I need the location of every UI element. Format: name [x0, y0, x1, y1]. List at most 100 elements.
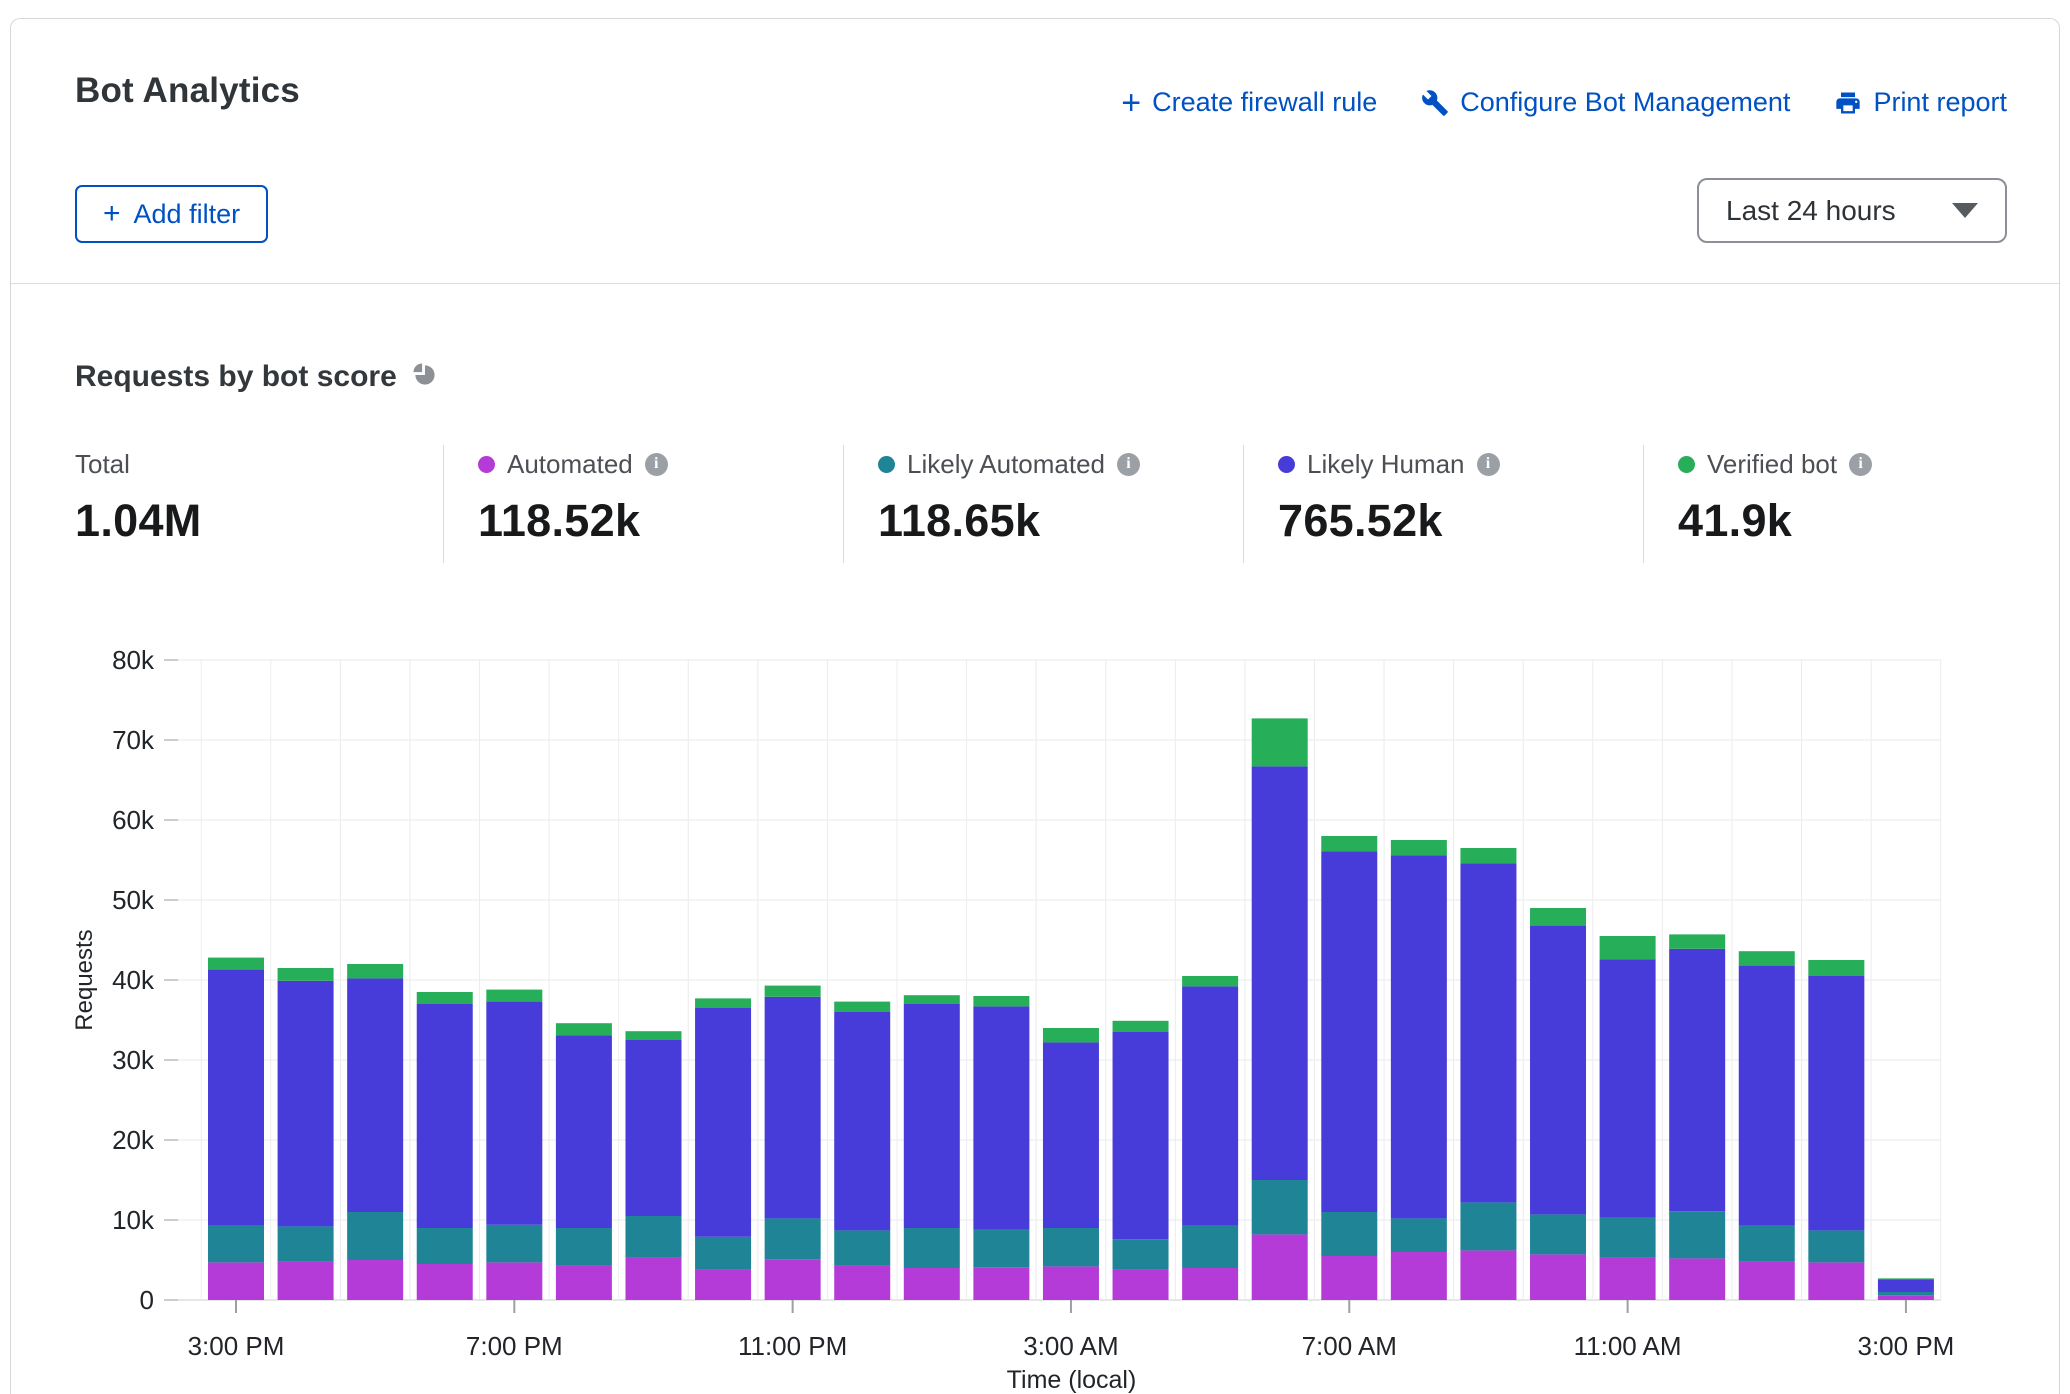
bar-segment[interactable]: [1669, 934, 1725, 948]
bar-segment[interactable]: [486, 1262, 542, 1300]
bar-segment[interactable]: [1669, 1211, 1725, 1258]
bar-segment[interactable]: [556, 1266, 612, 1300]
bar-segment[interactable]: [556, 1035, 612, 1228]
bar-segment[interactable]: [1043, 1228, 1099, 1266]
bar-segment[interactable]: [1252, 1180, 1308, 1234]
bar-segment[interactable]: [765, 997, 821, 1219]
bar-segment[interactable]: [1113, 1270, 1169, 1300]
bar-segment[interactable]: [1043, 1028, 1099, 1042]
bar-segment[interactable]: [1530, 1214, 1586, 1254]
bar-segment[interactable]: [765, 1218, 821, 1259]
bar-segment[interactable]: [834, 1266, 890, 1300]
bar-segment[interactable]: [347, 978, 403, 1212]
bar-segment[interactable]: [904, 1228, 960, 1268]
bar-segment[interactable]: [625, 1258, 681, 1300]
bar-segment[interactable]: [1391, 855, 1447, 1218]
bar-segment[interactable]: [278, 1262, 334, 1300]
print-report-link[interactable]: Print report: [1834, 87, 2007, 118]
bar-segment[interactable]: [1808, 1262, 1864, 1300]
bar-segment[interactable]: [695, 1237, 751, 1270]
bar-segment[interactable]: [347, 1260, 403, 1300]
bar-segment[interactable]: [1252, 1234, 1308, 1300]
bar-segment[interactable]: [1669, 1258, 1725, 1300]
bar-segment[interactable]: [1391, 840, 1447, 855]
bar-segment[interactable]: [1600, 959, 1656, 1217]
bar-segment[interactable]: [417, 992, 473, 1004]
bar-segment[interactable]: [1808, 976, 1864, 1230]
bar-segment[interactable]: [1530, 926, 1586, 1215]
bar-segment[interactable]: [1878, 1279, 1934, 1292]
bar-segment[interactable]: [973, 1230, 1029, 1268]
bar-segment[interactable]: [1321, 851, 1377, 1212]
bar-segment[interactable]: [417, 1228, 473, 1264]
bar-segment[interactable]: [1113, 1032, 1169, 1239]
bar-segment[interactable]: [1182, 986, 1238, 1225]
bar-segment[interactable]: [695, 1008, 751, 1237]
bar-segment[interactable]: [486, 1225, 542, 1263]
bar-segment[interactable]: [417, 1004, 473, 1228]
bar-segment[interactable]: [1391, 1252, 1447, 1300]
add-filter-button[interactable]: + Add filter: [75, 185, 268, 243]
bar-segment[interactable]: [1182, 1226, 1238, 1268]
bar-segment[interactable]: [904, 1268, 960, 1300]
bar-segment[interactable]: [208, 1262, 264, 1300]
bar-segment[interactable]: [1669, 949, 1725, 1211]
bar-segment[interactable]: [1043, 1042, 1099, 1228]
bar-segment[interactable]: [695, 1270, 751, 1300]
bar-segment[interactable]: [904, 995, 960, 1004]
bar-segment[interactable]: [765, 986, 821, 997]
bar-segment[interactable]: [973, 996, 1029, 1006]
bar-segment[interactable]: [1878, 1278, 1934, 1279]
bar-segment[interactable]: [834, 1230, 890, 1265]
bar-segment[interactable]: [1808, 1230, 1864, 1262]
bar-segment[interactable]: [208, 958, 264, 970]
bar-segment[interactable]: [1878, 1292, 1934, 1295]
bar-segment[interactable]: [765, 1259, 821, 1300]
bar-segment[interactable]: [1739, 1262, 1795, 1300]
bar-segment[interactable]: [1600, 1258, 1656, 1300]
bar-segment[interactable]: [1530, 908, 1586, 926]
bar-segment[interactable]: [1391, 1218, 1447, 1252]
bar-segment[interactable]: [278, 968, 334, 981]
bar-segment[interactable]: [347, 964, 403, 978]
bar-segment[interactable]: [1530, 1254, 1586, 1300]
bar-segment[interactable]: [973, 1267, 1029, 1300]
bar-segment[interactable]: [1460, 863, 1516, 1202]
info-icon[interactable]: i: [1849, 453, 1872, 476]
time-range-select[interactable]: Last 24 hours: [1697, 178, 2007, 243]
info-icon[interactable]: i: [1117, 453, 1140, 476]
bar-segment[interactable]: [625, 1031, 681, 1040]
bar-segment[interactable]: [1182, 976, 1238, 986]
bar-segment[interactable]: [1043, 1266, 1099, 1300]
bar-segment[interactable]: [1321, 1212, 1377, 1256]
bar-segment[interactable]: [1460, 848, 1516, 863]
bar-segment[interactable]: [1460, 1250, 1516, 1300]
info-icon[interactable]: i: [1477, 453, 1500, 476]
bar-segment[interactable]: [1739, 951, 1795, 965]
bar-segment[interactable]: [625, 1216, 681, 1258]
bar-segment[interactable]: [347, 1212, 403, 1260]
bar-segment[interactable]: [1321, 1256, 1377, 1300]
bar-segment[interactable]: [1252, 718, 1308, 766]
bar-segment[interactable]: [1739, 966, 1795, 1226]
bar-segment[interactable]: [1808, 960, 1864, 976]
bar-segment[interactable]: [1460, 1202, 1516, 1250]
bar-segment[interactable]: [278, 1226, 334, 1261]
bar-segment[interactable]: [278, 981, 334, 1227]
create-firewall-rule-link[interactable]: + Create firewall rule: [1121, 87, 1377, 118]
bar-segment[interactable]: [417, 1264, 473, 1300]
bar-segment[interactable]: [1600, 936, 1656, 959]
bar-segment[interactable]: [1739, 1226, 1795, 1262]
bar-segment[interactable]: [1182, 1268, 1238, 1300]
bar-segment[interactable]: [486, 1002, 542, 1225]
bar-segment[interactable]: [1878, 1295, 1934, 1300]
bar-segment[interactable]: [834, 1002, 890, 1012]
bar-segment[interactable]: [556, 1228, 612, 1266]
bar-segment[interactable]: [556, 1023, 612, 1035]
bar-segment[interactable]: [208, 1226, 264, 1263]
configure-bot-management-link[interactable]: Configure Bot Management: [1421, 87, 1790, 118]
bar-segment[interactable]: [1113, 1239, 1169, 1269]
bar-segment[interactable]: [486, 990, 542, 1002]
bar-segment[interactable]: [1600, 1218, 1656, 1258]
bar-segment[interactable]: [904, 1004, 960, 1228]
